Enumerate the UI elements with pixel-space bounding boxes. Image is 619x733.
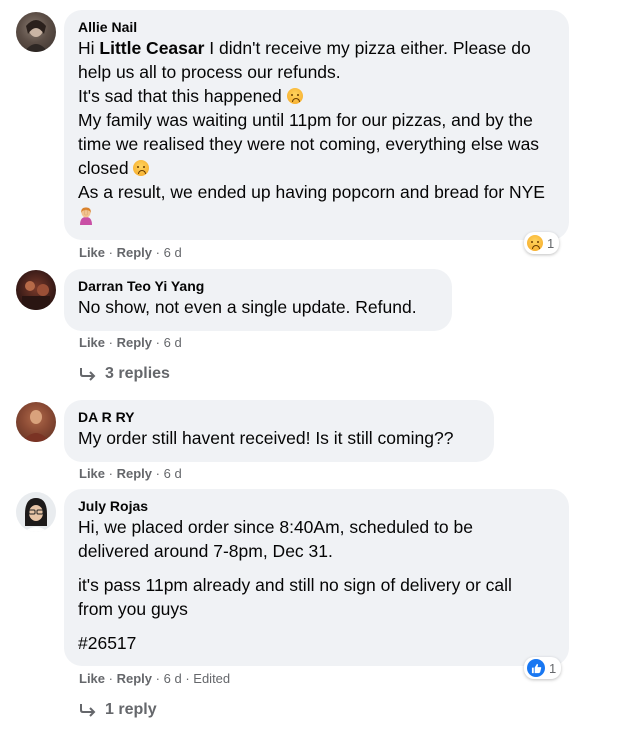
comment-text: Hi Little Ceasar I didn't receive my piz… (78, 36, 555, 228)
comment-text: No show, not even a single update. Refun… (78, 297, 417, 317)
like-button[interactable]: Like (79, 671, 105, 686)
frowning-emoji-icon (133, 160, 150, 176)
comment-bubble: Darran Teo Yi Yang No show, not even a s… (64, 269, 452, 331)
avatar[interactable] (16, 492, 56, 532)
woman-facepalming-emoji-icon (78, 207, 94, 225)
timestamp[interactable]: 6 d (164, 335, 182, 350)
separator: · (108, 245, 113, 260)
reply-arrow-icon (80, 704, 96, 717)
replies-count-label[interactable]: 3 replies (105, 365, 170, 383)
separator: · (155, 671, 160, 686)
reply-arrow-icon (80, 368, 96, 381)
separator: · (108, 466, 113, 481)
sad-face-icon (527, 235, 543, 251)
edited-label[interactable]: Edited (193, 671, 230, 686)
avatar-photo (24, 498, 48, 532)
separator: · (155, 466, 160, 481)
comment-text-paragraph-3: #26517 (78, 633, 137, 653)
separator: · (155, 335, 160, 350)
comment-author[interactable]: Allie Nail (78, 18, 555, 36)
avatar-photo (24, 20, 48, 52)
comment-actions: Like · Reply · 6 d (79, 245, 182, 261)
avatar-photo (22, 410, 50, 442)
timestamp[interactable]: 6 d (164, 245, 182, 260)
reaction-badge[interactable]: 1 (524, 232, 560, 254)
like-button[interactable]: Like (79, 335, 105, 350)
like-button[interactable]: Like (79, 466, 105, 481)
comment-actions: Like · Reply · 6 d · Edited (79, 671, 230, 687)
comment-text: My order still havent received! Is it st… (78, 428, 454, 448)
comment-actions: Like · Reply · 6 d (79, 335, 182, 351)
separator: · (185, 671, 190, 686)
view-replies-button[interactable]: 3 replies (79, 365, 170, 383)
comment-actions: Like · Reply · 6 d (79, 466, 182, 482)
avatar[interactable] (16, 270, 56, 310)
comment-author[interactable]: DA R RY (78, 408, 480, 426)
mention-link[interactable]: Little Ceasar (99, 38, 204, 58)
separator: · (108, 671, 113, 686)
reaction-count: 1 (547, 235, 555, 251)
comment-text-paragraph-2: it's pass 11pm already and still no sign… (78, 575, 512, 619)
comment-text-greeting: Hi (78, 38, 100, 58)
reply-button[interactable]: Reply (117, 245, 152, 260)
timestamp[interactable]: 6 d (164, 671, 182, 686)
comment-text-line2: It's sad that this happened (78, 86, 282, 106)
reply-button[interactable]: Reply (117, 466, 152, 481)
reaction-badge[interactable]: 1 (524, 657, 562, 679)
comment-text-paragraph-1: Hi, we placed order since 8:40Am, schedu… (78, 517, 473, 561)
reply-button[interactable]: Reply (117, 335, 152, 350)
separator: · (108, 335, 113, 350)
avatar-photo (22, 281, 50, 310)
separator: · (155, 245, 160, 260)
reply-button[interactable]: Reply (117, 671, 152, 686)
comment-author[interactable]: July Rojas (78, 497, 555, 515)
comment-bubble: DA R RY My order still havent received! … (64, 400, 494, 462)
replies-count-label[interactable]: 1 reply (105, 701, 157, 719)
comment-bubble: Allie Nail Hi Little Ceasar I didn't rec… (64, 10, 569, 240)
view-replies-button[interactable]: 1 reply (79, 701, 157, 719)
avatar[interactable] (16, 402, 56, 442)
comment-author[interactable]: Darran Teo Yi Yang (78, 277, 438, 295)
comment-bubble: July Rojas Hi, we placed order since 8:4… (64, 489, 569, 666)
avatar[interactable] (16, 12, 56, 52)
reaction-count: 1 (549, 660, 557, 676)
comment-text-line4: As a result, we ended up having popcorn … (78, 182, 545, 202)
like-icon (527, 659, 545, 677)
like-button[interactable]: Like (79, 245, 105, 260)
timestamp[interactable]: 6 d (164, 466, 182, 481)
sad-emoji-icon (286, 88, 303, 104)
